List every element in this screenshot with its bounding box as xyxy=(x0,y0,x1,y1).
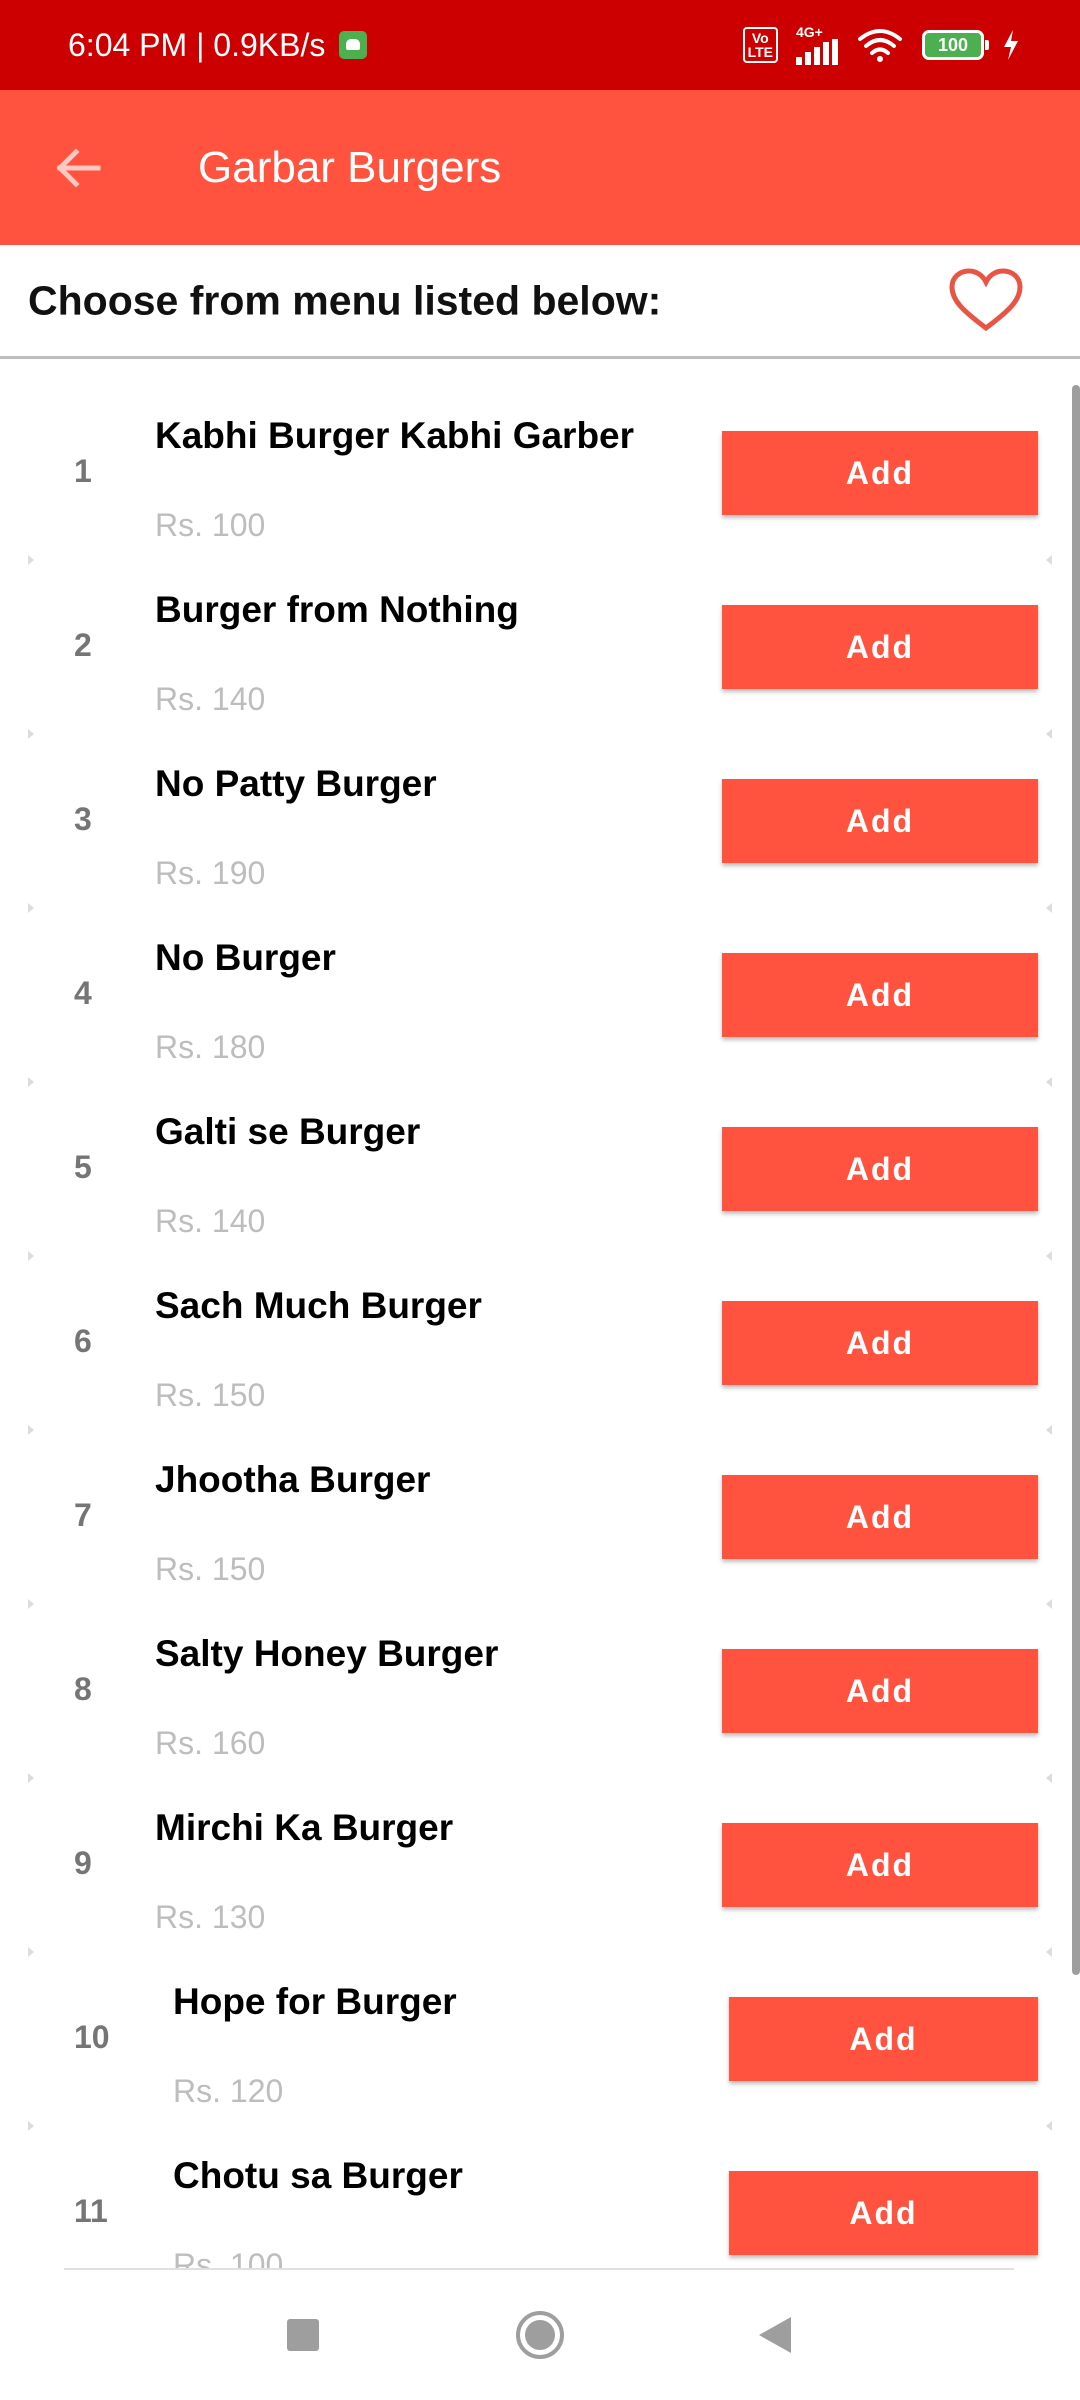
menu-item: 10 Hope for Burger Rs. 120 Add xyxy=(28,1951,1052,2131)
status-bar: 6:04 PM | 0.9KB/s Vo LTE 4G+ 100 xyxy=(0,0,1080,90)
menu-item: 3 No Patty Burger Rs. 190 Add xyxy=(28,733,1052,913)
item-price: Rs. 180 xyxy=(155,1029,266,1065)
android-notification-icon xyxy=(339,31,368,59)
back-button[interactable] xyxy=(48,138,108,198)
menu-item: 11 Chotu sa Burger Rs. 100 Add xyxy=(28,2125,1052,2270)
battery-icon: 100 xyxy=(922,30,989,60)
menu-item: 9 Mirchi Ka Burger Rs. 130 Add xyxy=(28,1777,1052,1957)
square-icon xyxy=(287,2319,319,2351)
arrow-left-icon xyxy=(56,147,101,188)
screen: 6:04 PM | 0.9KB/s Vo LTE 4G+ 100 Garbar … xyxy=(0,0,1080,2400)
triangle-back-icon xyxy=(759,2317,791,2353)
volte-icon: Vo LTE xyxy=(742,27,778,63)
item-number: 2 xyxy=(74,627,92,663)
add-button[interactable]: Add xyxy=(722,1475,1038,1559)
wifi-icon xyxy=(858,29,902,62)
item-name: No Patty Burger xyxy=(155,763,437,804)
item-price: Rs. 120 xyxy=(173,2073,284,2109)
item-price: Rs. 140 xyxy=(155,681,266,717)
signal-bars xyxy=(796,39,838,65)
item-number: 3 xyxy=(74,801,92,837)
item-number: 9 xyxy=(74,1845,92,1881)
heart-outline-icon xyxy=(949,267,1023,331)
item-name: Kabhi Burger Kabhi Garber xyxy=(155,415,635,456)
item-number: 8 xyxy=(74,1671,92,1707)
add-button[interactable]: Add xyxy=(722,1823,1038,1907)
navigation-bar xyxy=(0,2270,1080,2400)
system-back-button[interactable] xyxy=(740,2300,810,2370)
item-name: Sach Much Burger xyxy=(155,1285,482,1326)
menu-item: 7 Jhootha Burger Rs. 150 Add xyxy=(28,1429,1052,1609)
item-name: Mirchi Ka Burger xyxy=(155,1807,454,1848)
menu-item: 6 Sach Much Burger Rs. 150 Add xyxy=(28,1255,1052,1435)
page-title: Garbar Burgers xyxy=(198,142,502,192)
add-button[interactable]: Add xyxy=(722,1301,1038,1385)
item-number: 11 xyxy=(74,2193,108,2229)
item-number: 1 xyxy=(74,453,92,489)
add-button[interactable]: Add xyxy=(722,779,1038,863)
status-left: 6:04 PM | 0.9KB/s xyxy=(68,26,368,64)
add-button[interactable]: Add xyxy=(722,1649,1038,1733)
item-number: 4 xyxy=(74,975,92,1011)
item-name: No Burger xyxy=(155,937,336,978)
app-bar: Garbar Burgers xyxy=(0,90,1080,245)
add-button[interactable]: Add xyxy=(722,1127,1038,1211)
item-price: Rs. 190 xyxy=(155,855,266,891)
circle-icon xyxy=(516,2311,564,2359)
recents-button[interactable] xyxy=(268,2300,338,2370)
item-name: Burger from Nothing xyxy=(155,589,519,630)
item-number: 7 xyxy=(74,1497,92,1533)
item-price: Rs. 130 xyxy=(155,1899,266,1935)
item-price: Rs. 100 xyxy=(155,507,266,543)
item-price: Rs. 150 xyxy=(155,1377,266,1413)
item-name: Chotu sa Burger xyxy=(173,2155,463,2196)
item-price: Rs. 160 xyxy=(155,1725,266,1761)
add-button[interactable]: Add xyxy=(722,605,1038,689)
menu-item: 4 No Burger Rs. 180 Add xyxy=(28,907,1052,1087)
signal-icon: 4G+ xyxy=(796,25,838,65)
menu-list[interactable]: 1 Kabhi Burger Kabhi Garber Rs. 100 Add … xyxy=(0,385,1080,2270)
item-name: Hope for Burger xyxy=(173,1981,457,2022)
item-price: Rs. 100 xyxy=(173,2247,284,2270)
menu-item: 2 Burger from Nothing Rs. 140 Add xyxy=(28,559,1052,739)
network-type-label: 4G+ xyxy=(796,24,823,40)
home-button[interactable] xyxy=(505,2300,575,2370)
menu-item: 1 Kabhi Burger Kabhi Garber Rs. 100 Add xyxy=(28,385,1052,565)
menu-header: Choose from menu listed below: xyxy=(0,245,1080,359)
status-right: Vo LTE 4G+ 100 xyxy=(742,25,1020,65)
add-button[interactable]: Add xyxy=(729,1997,1038,2081)
menu-header-text: Choose from menu listed below: xyxy=(28,277,662,323)
favorite-button[interactable] xyxy=(948,267,1024,334)
item-number: 6 xyxy=(74,1323,92,1359)
charging-icon xyxy=(1004,30,1018,60)
menu-item: 5 Galti se Burger Rs. 140 Add xyxy=(28,1081,1052,1261)
item-price: Rs. 150 xyxy=(155,1551,266,1587)
item-name: Jhootha Burger xyxy=(155,1459,431,1500)
add-button[interactable]: Add xyxy=(729,2171,1038,2255)
item-name: Salty Honey Burger xyxy=(155,1633,499,1674)
scrollbar[interactable] xyxy=(1072,385,1080,1975)
add-button[interactable]: Add xyxy=(722,953,1038,1037)
item-name: Galti se Burger xyxy=(155,1111,421,1152)
status-time-speed: 6:04 PM | 0.9KB/s xyxy=(68,26,326,63)
item-price: Rs. 140 xyxy=(155,1203,266,1239)
add-button[interactable]: Add xyxy=(722,431,1038,515)
menu-item: 8 Salty Honey Burger Rs. 160 Add xyxy=(28,1603,1052,1783)
item-number: 5 xyxy=(74,1149,92,1185)
item-number: 10 xyxy=(74,2019,110,2055)
